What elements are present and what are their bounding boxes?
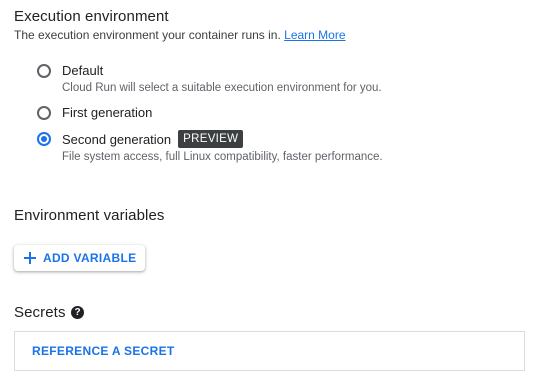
radio-option-second-generation[interactable]: Second generation PREVIEW [37,130,244,148]
reference-secret-button[interactable]: REFERENCE A SECRET [32,344,175,358]
radio-sublabel-default: Cloud Run will select a suitable executi… [62,82,382,94]
radio-option-default[interactable]: Default [37,63,103,78]
plus-icon [24,252,36,264]
question-circle-icon[interactable]: ? [71,306,84,319]
execution-environment-title: Execution environment [14,8,169,25]
radio-label-second-generation: Second generation [62,131,172,147]
learn-more-link[interactable]: Learn More [284,28,345,42]
add-variable-label: ADD VARIABLE [43,251,137,265]
environment-variables-title: Environment variables [14,207,165,224]
radio-label-default: Default [62,63,104,78]
radio-first-generation[interactable] [37,105,51,120]
preview-badge: PREVIEW [178,130,244,148]
add-variable-button[interactable]: ADD VARIABLE [14,245,146,271]
secrets-title: Secrets [14,304,66,321]
secrets-container: REFERENCE A SECRET [14,331,525,371]
radio-label-first-generation: First generation [62,105,153,120]
execution-settings-panel: Execution environment The execution envi… [0,0,542,387]
radio-option-first-generation[interactable]: First generation [37,105,152,120]
execution-environment-description: The execution environment your container… [14,28,346,42]
radio-second-generation[interactable] [37,132,51,146]
radio-default[interactable] [37,63,51,78]
description-text: The execution environment your container… [14,28,281,42]
radio-sublabel-second-generation: File system access, full Linux compatibi… [62,151,383,163]
